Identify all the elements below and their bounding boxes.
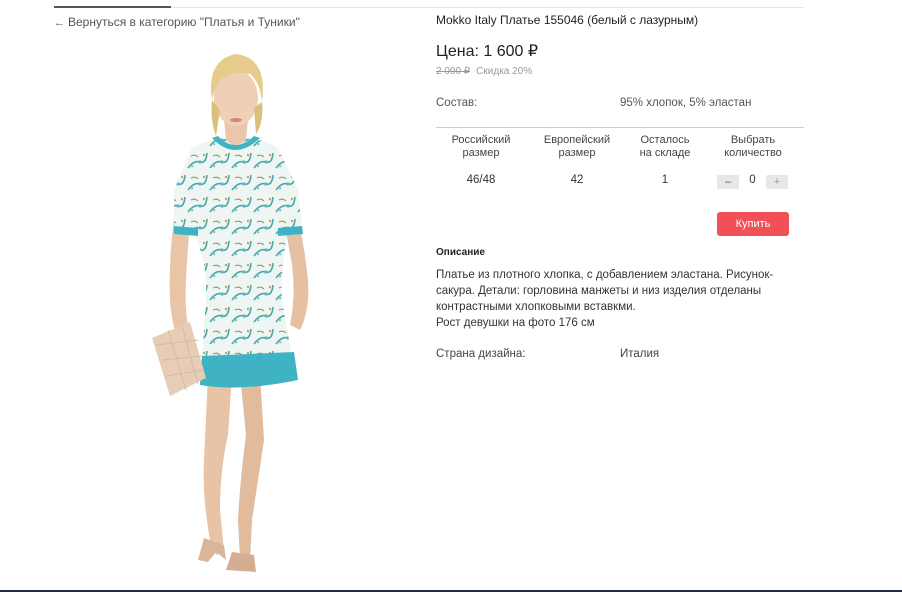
table-top-divider: [436, 127, 804, 128]
current-price: Цена: 1 600 ₽: [436, 43, 539, 60]
description-heading: Описание: [436, 247, 485, 258]
cell-eu-size: 42: [570, 174, 584, 186]
header-ru-size: Российский размер: [436, 134, 526, 160]
quantity-value[interactable]: 0: [739, 174, 766, 186]
header-eu-size: Европейский размер: [532, 134, 622, 160]
back-link-label: Вернуться в категорию "Платья и Туники": [68, 15, 300, 29]
old-price-row: 2 000 ₽ Скидка 20%: [436, 66, 532, 77]
header-quantity-line1: Выбрать: [730, 134, 776, 146]
active-tab-underline: [54, 6, 171, 8]
quantity-increase-button[interactable]: +: [766, 175, 788, 189]
header-ru-size-line2: размер: [462, 147, 500, 159]
description-line: Платье из плотного хлопка, с добавлением…: [436, 269, 774, 281]
header-eu-size-line2: размер: [558, 147, 596, 159]
buy-button[interactable]: Купить: [717, 212, 789, 236]
back-to-category-link[interactable]: ← Вернуться в категорию "Платья и Туники": [54, 15, 300, 29]
old-price: 2 000 ₽: [436, 66, 471, 77]
description-text: Платье из плотного хлопка, с добавлением…: [436, 267, 796, 331]
header-ru-size-line1: Российский: [451, 134, 511, 146]
composition-label: Состав:: [436, 97, 478, 109]
header-stock: Осталось на складе: [626, 134, 704, 160]
design-country-value: Италия: [620, 348, 660, 360]
header-stock-line2: на складе: [639, 147, 691, 159]
description-line: контрастными хлопковыми вставкми.: [436, 301, 636, 313]
product-photo[interactable]: [120, 40, 350, 585]
quantity-decrease-button[interactable]: –: [717, 175, 739, 189]
composition-value: 95% хлопок, 5% эластан: [620, 97, 752, 109]
header-stock-line1: Осталось: [640, 134, 690, 146]
arrow-left-icon: ←: [54, 17, 65, 29]
cell-ru-size: 46/48: [466, 174, 496, 186]
header-quantity: Выбрать количество: [712, 134, 794, 160]
quantity-stepper: – 0 +: [717, 173, 789, 189]
product-title: Mokko Italy Платье 155046 (белый с лазур…: [436, 13, 699, 27]
cell-stock: 1: [661, 174, 669, 186]
header-eu-size-line1: Европейский: [543, 134, 611, 146]
discount-label: Скидка 20%: [476, 66, 533, 77]
description-line: Рост девушки на фото 176 см: [436, 317, 595, 329]
description-line: сакура. Детали: горловина манжеты и низ …: [436, 285, 762, 297]
header-quantity-line2: количество: [724, 147, 782, 159]
design-country-label: Страна дизайна:: [436, 348, 526, 360]
